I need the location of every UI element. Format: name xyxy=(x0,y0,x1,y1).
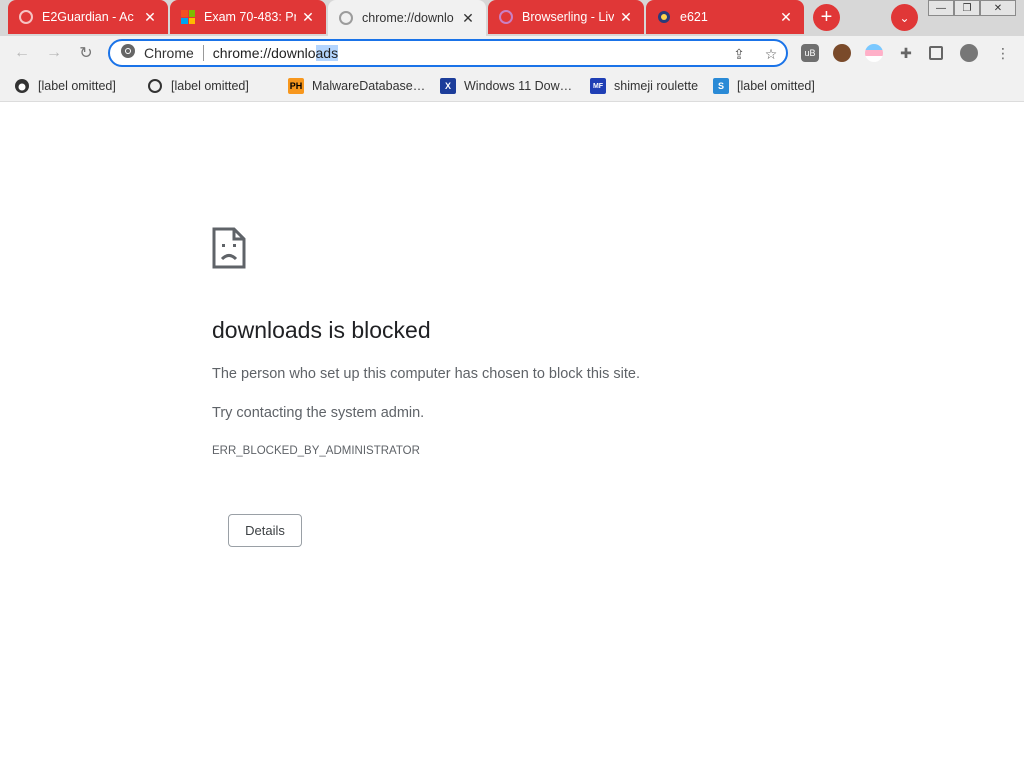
ublock-icon[interactable]: uB xyxy=(801,44,819,62)
profile-extension-icon[interactable] xyxy=(833,44,851,62)
globe-icon xyxy=(18,9,34,25)
bookmarks-bar: [label omitted] [label omitted] PH Malwa… xyxy=(0,70,1024,102)
url-selected: ads xyxy=(315,45,339,61)
close-icon[interactable]: ✕ xyxy=(300,9,316,25)
bookmark-star-icon[interactable]: ☆ xyxy=(762,45,780,63)
bookmark-item[interactable]: MF shimeji roulette xyxy=(590,77,698,95)
page-title: downloads is blocked xyxy=(212,317,431,343)
bookmark-item[interactable]: PH MalwareDatabase… xyxy=(288,77,425,95)
error-code: ERR_BLOCKED_BY_ADMINISTRATOR xyxy=(212,445,420,457)
forward-button[interactable]: → xyxy=(42,41,66,65)
tab-chrome-downloads[interactable]: chrome://downlo ✕ xyxy=(328,0,486,36)
tab-title: chrome://downlo xyxy=(362,11,454,25)
url-text[interactable]: chrome://downloads xyxy=(212,45,339,61)
tab-exam[interactable]: Exam 70-483: Pr ✕ xyxy=(170,0,326,34)
menu-kebab-icon[interactable]: ⋮ xyxy=(994,44,1012,62)
bookmark-item[interactable]: S [label omitted] xyxy=(713,77,815,95)
tab-e2guardian[interactable]: E2Guardian - Ac ✕ xyxy=(8,0,168,34)
globe-icon xyxy=(147,78,163,94)
tab-e621[interactable]: e621 ✕ xyxy=(646,0,804,34)
new-tab-button[interactable]: + xyxy=(813,4,840,31)
bookmark-item[interactable]: [label omitted] xyxy=(147,77,249,95)
bookmark-label: MalwareDatabase… xyxy=(312,79,426,93)
back-button[interactable]: ← xyxy=(10,41,34,65)
side-panel-icon[interactable] xyxy=(929,46,943,60)
flag-extension-icon[interactable] xyxy=(865,44,883,62)
account-avatar-icon[interactable] xyxy=(960,44,978,62)
omnibox-chrome-label: Chrome xyxy=(144,45,194,61)
tab-title: e621 xyxy=(680,10,708,24)
tab-title: Exam 70-483: Pr xyxy=(204,10,296,24)
tab-title: Browserling - Liv xyxy=(522,10,614,24)
minimize-button[interactable]: — xyxy=(928,0,954,16)
ph-icon: PH xyxy=(288,78,304,94)
error-hint: Try contacting the system admin. xyxy=(212,405,425,421)
close-icon[interactable]: ✕ xyxy=(778,9,794,25)
bookmark-label: shimeji roulette xyxy=(614,79,699,93)
tab-title: E2Guardian - Ac xyxy=(42,10,134,24)
tab-search-button[interactable]: ⌄ xyxy=(891,4,918,31)
bookmark-item[interactable]: [label omitted] xyxy=(14,77,116,95)
x-icon: X xyxy=(440,78,456,94)
close-icon[interactable]: ✕ xyxy=(460,10,476,26)
extensions-puzzle-icon[interactable]: ✚ xyxy=(897,44,915,62)
chrome-logo-icon xyxy=(120,43,136,64)
page-content: downloads is blocked The person who set … xyxy=(0,103,1024,768)
share-icon[interactable]: ⇪ xyxy=(730,45,748,63)
tab-strip: E2Guardian - Ac ✕ Exam 70-483: Pr ✕ chro… xyxy=(0,0,1024,36)
globe-icon xyxy=(338,10,354,26)
browser-window: E2Guardian - Ac ✕ Exam 70-483: Pr ✕ chro… xyxy=(0,0,1024,768)
bookmark-item[interactable]: X Windows 11 Dow… xyxy=(440,77,572,95)
details-button[interactable]: Details xyxy=(228,514,302,547)
bookmark-label: Windows 11 Dow… xyxy=(464,79,573,93)
reload-button[interactable]: ↻ xyxy=(74,41,98,65)
address-bar[interactable]: Chrome chrome://downloads ⇪ ☆ xyxy=(108,39,788,67)
github-icon xyxy=(14,78,30,94)
bookmark-label: [label omitted] xyxy=(171,79,249,93)
close-icon[interactable]: ✕ xyxy=(142,9,158,25)
close-icon[interactable]: ✕ xyxy=(618,9,634,25)
browserling-icon xyxy=(498,9,514,25)
mf-icon: MF xyxy=(590,78,606,94)
error-description: The person who set up this computer has … xyxy=(212,366,640,382)
e621-icon xyxy=(656,9,672,25)
tab-browserling[interactable]: Browserling - Liv ✕ xyxy=(488,0,644,34)
url-unselected: chrome://downlo xyxy=(212,45,316,61)
toolbar: ← → ↻ Chrome chrome://downloads ⇪ ☆ uB ✚… xyxy=(0,36,1024,70)
omnibox-divider xyxy=(202,45,204,61)
bookmark-label: [label omitted] xyxy=(737,79,815,93)
bookmark-label: [label omitted] xyxy=(38,79,116,93)
sad-page-icon xyxy=(212,227,246,269)
window-close-button[interactable]: ✕ xyxy=(980,0,1016,16)
microsoft-logo-icon xyxy=(180,9,196,25)
restore-button[interactable]: ❐ xyxy=(954,0,980,16)
site-icon: S xyxy=(713,78,729,94)
